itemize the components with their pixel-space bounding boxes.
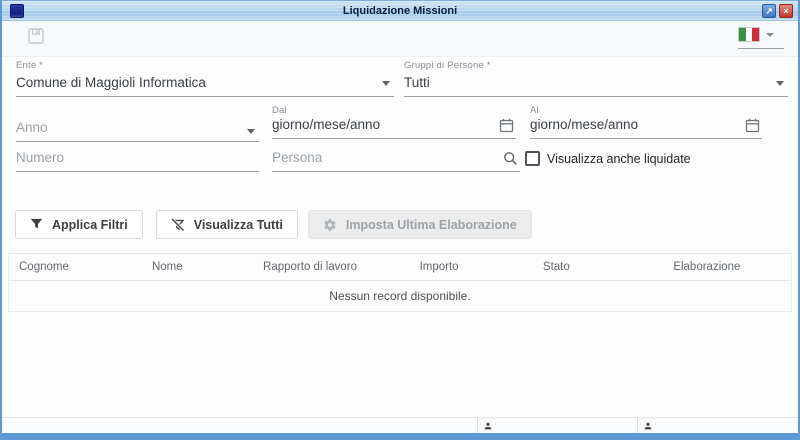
- gruppi-label: Gruppi di Persone *: [404, 60, 788, 71]
- dal-field: Dal: [272, 105, 516, 139]
- dropdown-caret-icon: [776, 81, 784, 86]
- column-header-nome[interactable]: Nome: [103, 261, 232, 273]
- dal-date-input[interactable]: [272, 117, 516, 138]
- toolbar: [2, 21, 798, 57]
- person-icon: [483, 421, 493, 431]
- anno-select[interactable]: [16, 120, 259, 141]
- dal-label: Dal: [272, 105, 516, 116]
- visualizza-liquidate-label: Visualizza anche liquidate: [547, 152, 691, 166]
- column-header-stato[interactable]: Stato: [490, 261, 623, 273]
- persona-input[interactable]: [272, 150, 520, 171]
- numero-input[interactable]: [16, 150, 259, 171]
- al-label: Al: [530, 105, 762, 116]
- window-controls: ↗ ×: [762, 4, 793, 18]
- applica-filtri-button[interactable]: Applica Filtri: [15, 210, 143, 239]
- ente-label: Ente *: [16, 60, 394, 71]
- gear-icon: [323, 218, 337, 232]
- ente-value: Comune di Maggioli Informatica: [16, 75, 394, 96]
- al-field: Al: [530, 105, 762, 139]
- chevron-down-icon: [766, 33, 774, 37]
- calendar-icon[interactable]: [499, 118, 514, 133]
- anno-field: [16, 119, 259, 142]
- empty-table-message: Nessun record disponibile.: [9, 281, 791, 312]
- gruppi-di-persone-select[interactable]: Gruppi di Persone * Tutti: [404, 60, 788, 97]
- column-header-cognome[interactable]: Cognome: [9, 261, 103, 273]
- gruppi-value: Tutti: [404, 75, 788, 96]
- column-header-elaborazione[interactable]: Elaborazione: [623, 261, 791, 273]
- person-icon: [643, 421, 653, 431]
- language-selector[interactable]: [738, 25, 784, 49]
- window-title: Liquidazione Missioni: [2, 5, 798, 17]
- ente-select[interactable]: Ente * Comune di Maggioli Informatica: [16, 60, 394, 97]
- action-buttons: Applica Filtri Visualizza Tutti Imposta …: [15, 210, 532, 239]
- dropdown-caret-icon: [382, 81, 390, 86]
- table-header-row: Cognome Nome Rapporto di lavoro Importo …: [9, 253, 791, 281]
- dropdown-caret-icon: [247, 129, 255, 134]
- results-table: Cognome Nome Rapporto di lavoro Importo …: [8, 253, 792, 312]
- statusbar: [2, 417, 798, 433]
- visualizza-liquidate-option: Visualizza anche liquidate: [525, 151, 691, 166]
- numero-field: [16, 149, 259, 172]
- column-header-importo[interactable]: Importo: [388, 261, 490, 273]
- close-button[interactable]: ×: [779, 4, 793, 18]
- maximize-button[interactable]: ↗: [762, 4, 776, 18]
- italian-flag-icon: [738, 27, 760, 42]
- imposta-ultima-elaborazione-button[interactable]: Imposta Ultima Elaborazione: [308, 210, 532, 239]
- liquidazione-missioni-window: Liquidazione Missioni ↗ × Ente * Comune …: [0, 0, 800, 440]
- filter-off-icon: [171, 218, 185, 232]
- save-icon[interactable]: [28, 28, 44, 44]
- search-icon[interactable]: [503, 151, 518, 166]
- visualizza-liquidate-checkbox[interactable]: [525, 151, 540, 166]
- statusbar-user-cell-1: [477, 418, 637, 433]
- al-date-input[interactable]: [530, 117, 762, 138]
- persona-field: [272, 149, 520, 172]
- column-header-rapporto[interactable]: Rapporto di lavoro: [232, 261, 388, 273]
- visualizza-tutti-button[interactable]: Visualizza Tutti: [156, 210, 298, 239]
- titlebar: Liquidazione Missioni ↗ ×: [2, 0, 798, 21]
- statusbar-user-cell-2: [637, 418, 798, 433]
- calendar-icon[interactable]: [745, 118, 760, 133]
- filter-icon: [30, 218, 43, 231]
